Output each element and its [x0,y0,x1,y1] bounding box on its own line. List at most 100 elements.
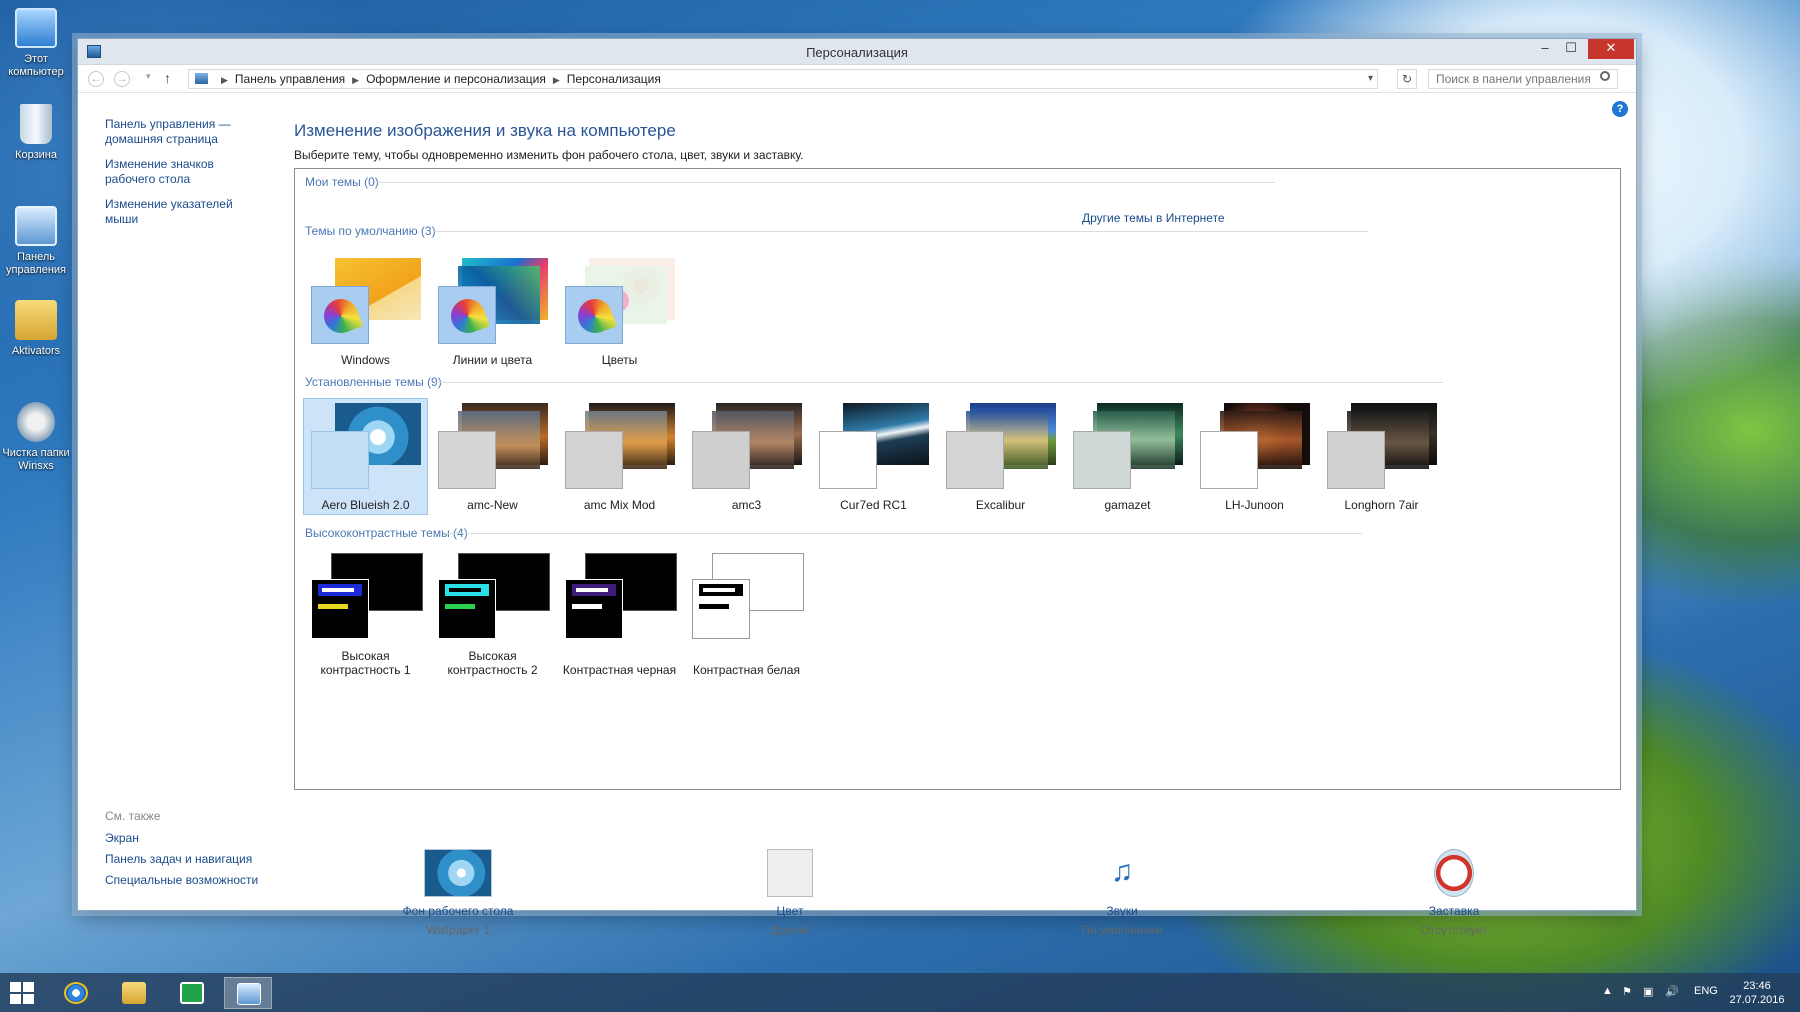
theme-thumbnail [561,254,679,344]
theme-tile-contrast-white[interactable]: Контрастная белая [684,550,809,678]
language-indicator[interactable]: ENG [1694,985,1718,997]
theme-name: gamazet [1104,498,1151,512]
breadcrumb-appearance[interactable]: Оформление и персонализация [366,72,546,86]
section-high-contrast-themes[interactable]: Высококонтрастные темы (4) [305,526,468,540]
desktop-icon-label: Этот компьютер [8,53,64,78]
see-also-title: См. также [105,809,161,823]
desktop-icon-control-panel[interactable]: Панель управления [2,206,70,277]
section-default-themes[interactable]: Темы по умолчанию (3) [305,224,436,238]
sidebar-link-desktop-icons[interactable]: Изменение значков рабочего стола [105,157,265,187]
tray-overflow-icon[interactable]: ▲ [1602,985,1613,997]
cleanup-icon [17,402,55,442]
maximize-button[interactable]: ☐ [1558,39,1584,59]
see-also-link-display[interactable]: Экран [105,831,258,845]
taskbar-control-panel[interactable] [224,977,272,1009]
search-icon[interactable] [1600,71,1610,81]
theme-tile-lh-junoon[interactable]: LH-Junoon [1192,398,1317,515]
network-icon[interactable]: ▣ [1643,985,1653,998]
taskbar-store[interactable] [168,977,216,1009]
palette-icon [310,286,369,344]
theme-tile-high-contrast-2[interactable]: Высокая контрастность 2 [430,550,555,678]
theme-name: Windows [341,353,390,367]
minimize-button[interactable]: ‒ [1532,39,1558,59]
taskbar-clock[interactable]: 23:46 27.07.2016 [1722,979,1792,1007]
desktop-background-setting[interactable]: Фон рабочего стола Wallpaper 1 [368,849,548,937]
chevron-down-icon[interactable]: ▾ [1368,70,1373,88]
theme-tile-amc-new[interactable]: amc-New [430,398,555,515]
themes-list[interactable]: Мои темы (0) Другие темы в Интернете Тем… [294,168,1621,790]
volume-icon[interactable]: 🔊 [1665,985,1679,998]
recent-locations-chevron-icon[interactable]: ▾ [146,71,151,82]
theme-tile-contrast-black[interactable]: Контрастная черная [557,550,682,678]
screensaver-setting[interactable]: Заставка Отсутствует [1364,849,1544,937]
see-also-section: См. также Экран Панель задач и навигация… [105,809,258,894]
search-input[interactable] [1428,69,1618,89]
help-icon[interactable]: ? [1612,101,1628,117]
color-setting[interactable]: Цвет Другой [700,849,880,937]
sidebar-link-mouse-pointers[interactable]: Изменение указателей мыши [105,197,265,227]
theme-tile-windows[interactable]: Windows [303,253,428,370]
theme-thumbnail [307,551,425,641]
refresh-icon[interactable]: ↻ [1397,69,1417,89]
sounds-setting[interactable]: ♫ Звуки По умолчанию [1032,849,1212,937]
internet-explorer-icon [64,982,88,1004]
breadcrumb-personalization[interactable]: Персонализация [567,72,661,86]
online-themes-link[interactable]: Другие темы в Интернете [1082,211,1225,225]
theme-tile-flowers[interactable]: Цветы [557,253,682,370]
section-my-themes[interactable]: Мои темы (0) [305,175,379,189]
action-center-flag-icon[interactable]: ⚑ [1622,985,1632,998]
chevron-right-icon[interactable]: ▶ [352,75,359,85]
desktop-icon-aktivators[interactable]: Aktivators [2,300,70,358]
taskbar-internet-explorer[interactable] [52,977,100,1009]
setting-label[interactable]: Звуки [1032,904,1212,918]
theme-tile-high-contrast-1[interactable]: Высокая контрастность 1 [303,550,428,678]
desktop-icon-recycle-bin[interactable]: Корзина [2,104,70,162]
theme-thumbnail [307,399,425,489]
theme-tile-excalibur[interactable]: Excalibur [938,398,1063,515]
desktop-icon-label: Корзина [15,149,57,161]
up-arrow-icon[interactable]: ↑ [164,70,171,86]
section-divider [435,382,1443,383]
chevron-right-icon[interactable]: ▶ [553,75,560,85]
theme-name: Aero Blueish 2.0 [321,498,410,512]
desktop-icon-winsxs-cleanup[interactable]: Чистка папки Winsxs [2,402,70,473]
chevron-right-icon[interactable]: ▶ [221,75,228,85]
theme-tile-amc3[interactable]: amc3 [684,398,809,515]
theme-tile-longhorn-7air[interactable]: Longhorn 7air [1319,398,1444,515]
windows-start-icon[interactable] [10,982,34,1004]
theme-thumbnail [434,254,552,344]
taskbar: ▲ ⚑ ▣ 🔊 ENG 23:46 27.07.2016 [0,973,1800,1012]
theme-tile-amc-mix-mod[interactable]: amc Mix Mod [557,398,682,515]
section-installed-themes[interactable]: Установленные темы (9) [305,375,442,389]
setting-value: Отсутствует [1420,923,1488,937]
theme-tile-cur7ed-rc1[interactable]: Cur7ed RC1 [811,398,936,515]
breadcrumb[interactable]: ▶ Панель управления ▶ Оформление и персонал… [188,69,1378,89]
theme-name: Excalibur [975,498,1026,512]
control-panel-icon [15,206,57,246]
see-also-link-taskbar[interactable]: Панель задач и навигация [105,852,258,866]
setting-label[interactable]: Цвет [700,904,880,918]
sidebar-link-home[interactable]: Панель управления — домашняя страница [105,117,265,147]
forward-arrow-icon[interactable]: → [114,71,130,87]
breadcrumb-control-panel[interactable]: Панель управления [235,72,345,86]
setting-label[interactable]: Заставка [1364,904,1544,918]
clock-date: 27.07.2016 [1729,994,1785,1006]
desktop-icon-computer[interactable]: Этот компьютер [2,8,70,79]
theme-thumbnail [688,551,806,641]
back-arrow-icon[interactable]: ← [88,71,104,87]
theme-tile-aero-blueish[interactable]: Aero Blueish 2.0 [303,398,428,515]
close-button[interactable]: ✕ [1588,39,1634,59]
theme-tile-gamazet[interactable]: gamazet [1065,398,1190,515]
theme-thumbnail [561,399,679,489]
theme-tile-lines-colors[interactable]: Линии и цвета [430,253,555,370]
theme-thumbnail [815,399,933,489]
theme-name: Cur7ed RC1 [840,498,907,512]
setting-label[interactable]: Фон рабочего стола [368,904,548,918]
theme-thumbnail [1069,399,1187,489]
title-bar[interactable]: Персонализация ‒ ☐ ✕ [78,39,1636,65]
taskbar-file-explorer[interactable] [110,977,158,1009]
see-also-link-accessibility[interactable]: Специальные возможности [105,873,258,887]
setting-value: Другой [770,923,810,937]
theme-name: Высокая контрастность 1 [320,649,411,677]
theme-thumbnail [1323,399,1441,489]
